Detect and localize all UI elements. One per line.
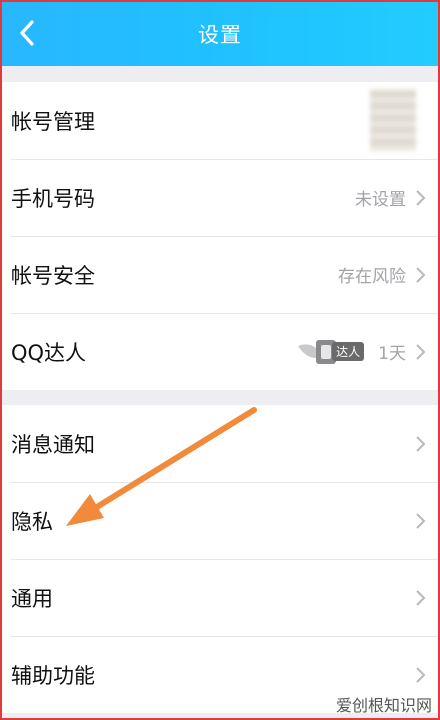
- settings-screen: { "header": { "title": "设置" }, "account_…: [0, 0, 440, 720]
- watermark: 爱创根知识网: [335, 696, 432, 715]
- annotation-arrow-icon: [66, 407, 257, 526]
